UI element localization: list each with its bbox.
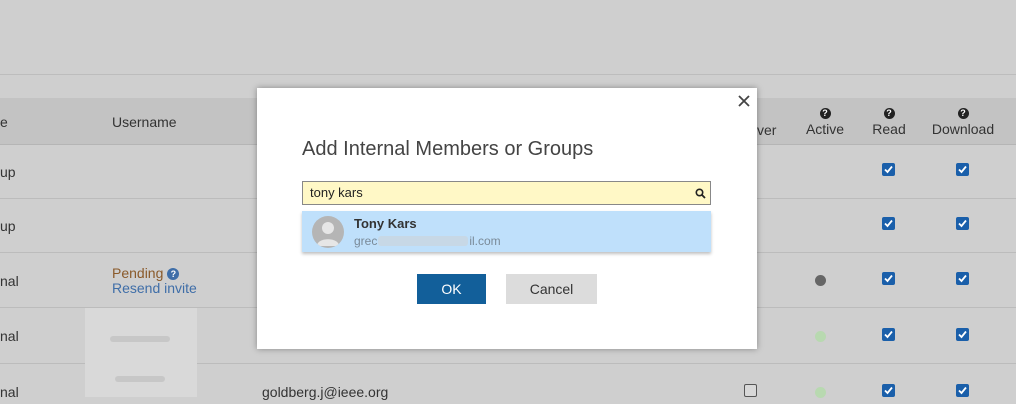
row-name: up (0, 164, 16, 180)
column-header-active-label: Active (805, 121, 845, 137)
read-checkbox[interactable] (882, 384, 895, 397)
search-input-value: tony kars (310, 185, 363, 200)
help-icon[interactable]: ? (819, 108, 831, 119)
row-name: up (0, 218, 16, 234)
column-header-download: ? Download (928, 108, 998, 137)
help-icon[interactable]: ? (883, 108, 895, 119)
active-status-dot (815, 275, 826, 286)
read-checkbox[interactable] (882, 272, 895, 285)
suggestion-name: Tony Kars (354, 216, 417, 231)
suggestion-email-prefix: grec (354, 234, 378, 248)
ok-button[interactable]: OK (417, 274, 486, 304)
redacted-username (85, 308, 197, 397)
row-email: goldberg.j@ieee.org (262, 384, 389, 400)
avatar (312, 216, 344, 248)
redacted-email (378, 236, 469, 246)
status-pending-label: Pending (112, 265, 164, 281)
column-header-read: ? Read (864, 108, 914, 137)
download-checkbox[interactable] (956, 328, 969, 341)
suggestion-item[interactable]: Tony Kars grec il.com (302, 211, 711, 252)
member-search-input[interactable]: tony kars (302, 181, 711, 205)
read-checkbox[interactable] (882, 163, 895, 176)
column-header-download-label: Download (931, 121, 995, 137)
column-header-read-label: Read (872, 121, 906, 137)
download-checkbox[interactable] (956, 163, 969, 176)
dialog-title: Add Internal Members or Groups (302, 138, 594, 160)
column-header-approver: ver (757, 122, 777, 138)
row-name: nal (0, 328, 19, 344)
column-header-username: Username (112, 114, 177, 130)
active-status-dot (815, 387, 826, 398)
page-background: e Username ver ? Active ? Read ? Downloa… (0, 0, 1016, 404)
column-header-active: ? Active (800, 108, 850, 137)
download-checkbox[interactable] (956, 272, 969, 285)
resend-invite-link[interactable]: Resend invite (112, 280, 197, 296)
row-name: nal (0, 273, 19, 289)
row-name: nal (0, 384, 19, 400)
help-icon[interactable]: ? (167, 268, 180, 280)
close-icon[interactable] (735, 92, 753, 110)
cancel-button[interactable]: Cancel (506, 274, 597, 304)
help-icon[interactable]: ? (957, 108, 969, 119)
read-checkbox[interactable] (882, 217, 895, 230)
approver-checkbox[interactable] (744, 384, 757, 397)
add-members-dialog: Add Internal Members or Groups tony kars… (257, 88, 757, 349)
column-header-name: e (0, 114, 8, 130)
download-checkbox[interactable] (956, 217, 969, 230)
status-pending: Pending? (112, 265, 180, 281)
read-checkbox[interactable] (882, 328, 895, 341)
active-status-dot (815, 331, 826, 342)
redacted-line (115, 376, 165, 382)
page-top-band (0, 0, 1016, 75)
search-icon (695, 188, 706, 199)
download-checkbox[interactable] (956, 384, 969, 397)
suggestion-email-suffix: il.com (469, 234, 501, 248)
redacted-line (110, 336, 170, 342)
suggestion-email: grec il.com (354, 234, 501, 248)
